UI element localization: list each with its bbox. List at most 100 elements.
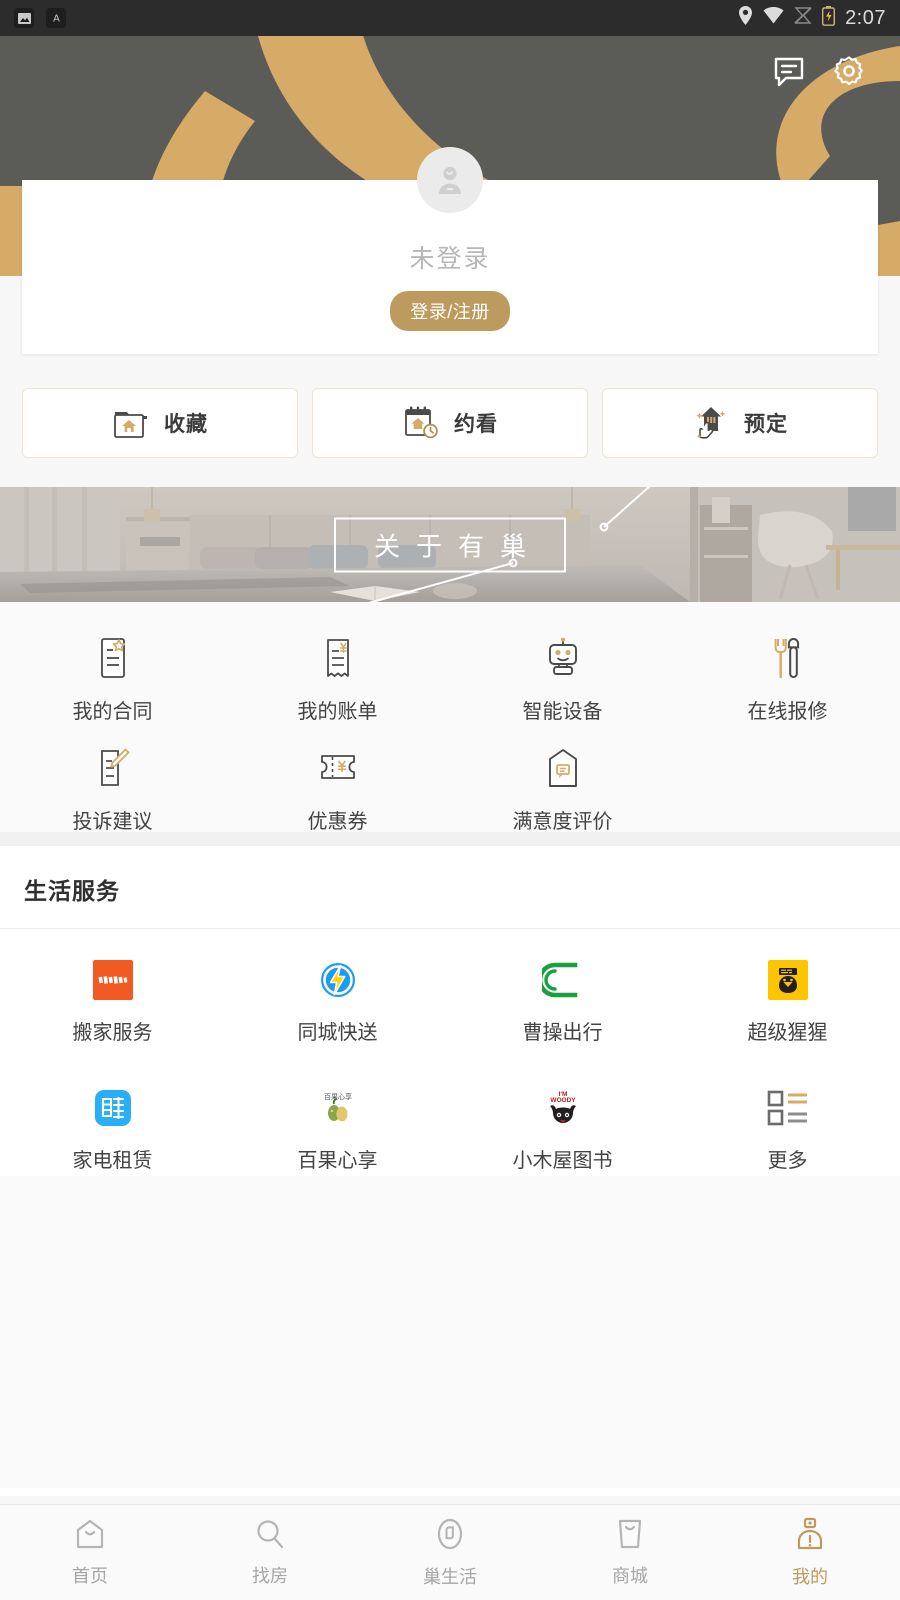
woody-books-logo: I'M WOODY (540, 1085, 586, 1131)
quick-action-label: 收藏 (164, 413, 208, 436)
life-item-label: 百果心享 (297, 1150, 378, 1172)
quick-action-appointments[interactable]: 约看 (312, 388, 588, 458)
tab-nest-life[interactable]: 巢生活 (360, 1517, 540, 1589)
life-services-row-1: 搬家服务 同城快送 曹操出行 超级猩猩 (0, 947, 900, 1055)
about-banner-title: 关于有巢 (373, 531, 543, 561)
service-smart-device[interactable]: 智能设备 (450, 624, 675, 734)
wrench-screwdriver-icon (770, 634, 806, 682)
service-complaint[interactable]: 投诉建议 (0, 734, 225, 844)
battery-charging-icon (822, 5, 836, 31)
life-item-caocao[interactable]: 曹操出行 (450, 947, 675, 1055)
lalahu-logo (90, 957, 136, 1003)
life-item-label: 超级猩猩 (747, 1022, 828, 1044)
zu-rent-logo (90, 1085, 136, 1131)
app-root: A 2:07 未登录 登录/注册 收藏 约看 预定 关于有巢 我的合同 我的账单… (0, 0, 900, 1600)
status-bar-clock: 2:07 (845, 6, 886, 29)
tab-label: 商城 (612, 1565, 648, 1586)
service-label: 我的合同 (72, 701, 153, 723)
tab-mall[interactable]: 商城 (540, 1518, 720, 1588)
section-divider (0, 832, 900, 846)
satisfaction-house-icon (545, 744, 581, 792)
quick-actions-row: 收藏 约看 预定 (22, 388, 878, 458)
life-services-title: 生活服务 (24, 878, 120, 904)
message-icon[interactable] (772, 54, 806, 88)
quick-action-favorites[interactable]: 收藏 (22, 388, 298, 458)
service-label: 在线报修 (747, 701, 828, 723)
life-item-label: 家电租赁 (72, 1150, 153, 1172)
life-item-delivery[interactable]: 同城快送 (225, 947, 450, 1055)
baiguo-fruit-logo: 百果心享 (315, 1085, 361, 1131)
service-label: 投诉建议 (72, 811, 153, 833)
life-item-supermonkey[interactable]: 超级猩猩 (675, 947, 900, 1055)
quick-action-label: 约看 (454, 413, 498, 436)
tab-find-house[interactable]: 找房 (180, 1518, 360, 1588)
services-grid-row-2: 投诉建议 优惠券 满意度评价 (0, 734, 900, 844)
life-services-divider (0, 928, 900, 929)
life-item-label: 搬家服务 (72, 1022, 153, 1044)
service-satisfaction[interactable]: 满意度评价 (450, 734, 675, 844)
coupon-yuan-icon (317, 744, 359, 792)
folder-house-icon (112, 399, 150, 447)
life-services-section: 生活服务 搬家服务 同城快送 曹操出行 超级猩猩 家电租赁 百果心享 百果心享 … (0, 846, 900, 1176)
avatar[interactable] (417, 147, 483, 213)
nest-life-icon (434, 1517, 466, 1556)
svg-text:WOODY: WOODY (550, 1097, 576, 1104)
house-hand-tap-icon (692, 399, 730, 447)
tab-label: 巢生活 (423, 1566, 477, 1587)
bottom-tab-bar: 首页 找房 巢生活 商城 我的 (0, 1504, 900, 1600)
service-my-contract[interactable]: 我的合同 (0, 624, 225, 734)
life-item-label: 小木屋图书 (512, 1150, 613, 1172)
supermonkey-logo (765, 957, 811, 1003)
wifi-icon (763, 7, 784, 29)
signal-off-icon (794, 7, 812, 29)
contract-star-icon (96, 634, 130, 682)
shop-bag-icon (614, 1518, 646, 1555)
font-icon: A (46, 8, 66, 28)
life-item-more[interactable]: 更多 (675, 1075, 900, 1183)
service-online-repair[interactable]: 在线报修 (675, 624, 900, 734)
about-banner-frame: 关于有巢 (333, 517, 567, 572)
profile-icon (794, 1517, 826, 1556)
life-item-baiguo[interactable]: 百果心享 百果心享 (225, 1075, 450, 1183)
tab-home[interactable]: 首页 (0, 1518, 180, 1588)
feedback-pencil-icon (95, 744, 131, 792)
service-label: 我的账单 (297, 701, 378, 723)
about-banner[interactable]: 关于有巢 (0, 487, 900, 602)
tab-profile[interactable]: 我的 (720, 1517, 900, 1589)
gear-icon[interactable] (832, 54, 866, 88)
more-list-icon (765, 1085, 811, 1131)
home-icon (73, 1518, 107, 1555)
robot-icon (542, 634, 584, 682)
quick-action-booking[interactable]: 预定 (602, 388, 878, 458)
login-register-button[interactable]: 登录/注册 (390, 291, 510, 331)
life-services-row-2: 家电租赁 百果心享 百果心享 I'M WOODY 小木屋图书 更多 (0, 1075, 900, 1183)
page-filler (0, 1176, 900, 1488)
location-icon (738, 6, 753, 30)
tab-label: 找房 (252, 1565, 288, 1586)
status-bar: A 2:07 (0, 0, 900, 36)
profile-card: 未登录 登录/注册 (22, 147, 878, 354)
life-item-appliance-rental[interactable]: 家电租赁 (0, 1075, 225, 1183)
user-avatar-icon (439, 166, 461, 194)
profile-nickname: 未登录 (409, 245, 491, 273)
bill-yuan-icon (321, 634, 355, 682)
tab-label: 我的 (792, 1566, 828, 1587)
calendar-house-clock-icon (402, 399, 440, 447)
service-label: 智能设备 (522, 701, 603, 723)
service-coupon[interactable]: 优惠券 (225, 734, 450, 844)
status-bar-right: 2:07 (738, 5, 886, 31)
hero-action-icons (772, 54, 866, 88)
caocao-c-logo (540, 957, 586, 1003)
service-label: 优惠券 (307, 811, 368, 833)
svg-text:A: A (53, 14, 60, 25)
service-empty-slot (675, 734, 900, 844)
services-section: 我的合同 我的账单 智能设备 在线报修 投诉建议 优惠券 满意度评价 (0, 602, 900, 833)
life-item-moving[interactable]: 搬家服务 (0, 947, 225, 1055)
life-item-label: 更多 (767, 1150, 808, 1172)
life-item-woody-books[interactable]: I'M WOODY 小木屋图书 (450, 1075, 675, 1183)
services-grid-row-1: 我的合同 我的账单 智能设备 在线报修 (0, 624, 900, 734)
quick-action-label: 预定 (744, 413, 788, 436)
life-item-label: 同城快送 (297, 1022, 378, 1044)
service-my-bill[interactable]: 我的账单 (225, 624, 450, 734)
life-item-label: 曹操出行 (522, 1022, 603, 1044)
